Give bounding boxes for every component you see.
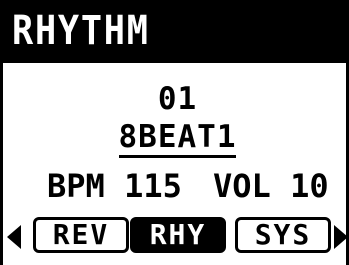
tab-rev[interactable]: REV [33,217,129,253]
pattern-name: 8BEAT1 [118,120,237,158]
tab-rhy[interactable]: RHY [130,217,226,253]
pattern-name-field[interactable]: 8BEAT1 [3,120,349,158]
vol-label: VOL [213,167,271,205]
lcd-screen: RHYTHM 01 8BEAT1 BPM 115 VOL 10 REV RHY … [0,0,349,265]
page-title: RHYTHM [12,8,150,54]
right-arrow-icon[interactable] [334,225,348,249]
vol-value: 10 [290,167,329,205]
parameter-row: BPM 115 VOL 10 [3,166,349,206]
pattern-number: 01 [157,81,198,117]
volume-parameter[interactable]: VOL 10 [213,166,329,206]
tab-bar: REV RHY SYS [3,214,349,258]
bpm-parameter[interactable]: BPM 115 [47,166,182,206]
bpm-label: BPM [47,167,105,205]
left-arrow-icon[interactable] [7,225,21,249]
tab-sys[interactable]: SYS [235,217,331,253]
title-bar: RHYTHM [3,0,349,63]
bpm-value: 115 [124,167,182,205]
